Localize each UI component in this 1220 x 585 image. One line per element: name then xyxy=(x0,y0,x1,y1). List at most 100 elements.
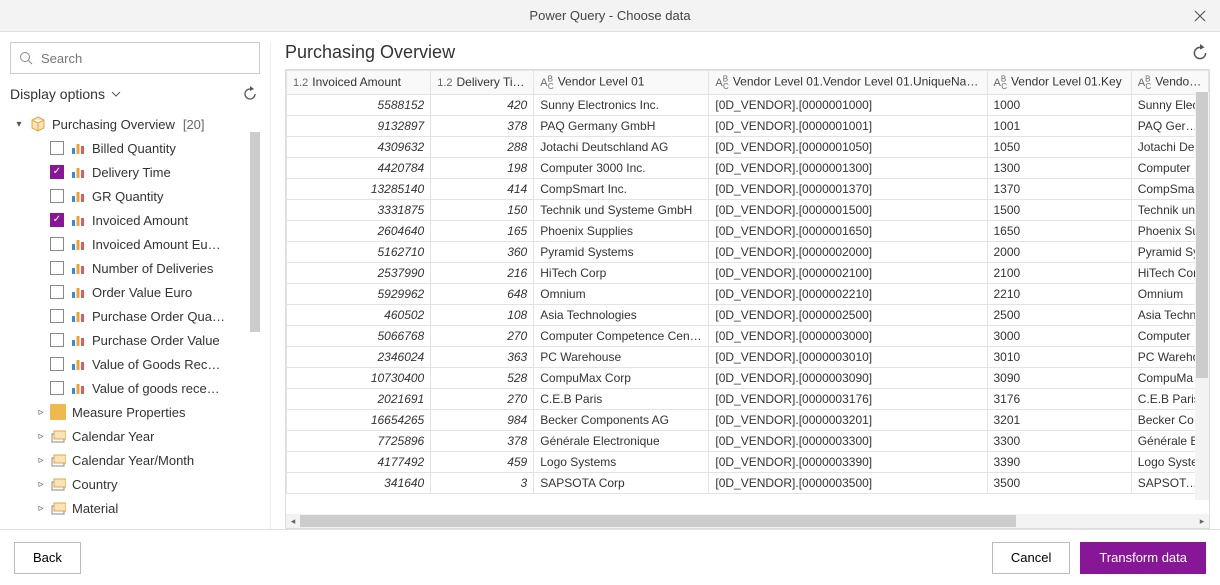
tree-folder-item[interactable]: ▹Calendar Year/Month xyxy=(10,448,260,472)
column-header[interactable]: 1.2Invoiced Amount xyxy=(287,71,431,95)
table-row[interactable]: 2604640165Phoenix Supplies[0D_VENDOR].[0… xyxy=(287,220,1209,241)
table-cell: CompSmart Inc. xyxy=(534,178,709,199)
checkbox[interactable] xyxy=(50,357,64,371)
tree-measure-item[interactable]: Purchase Order Qua… xyxy=(10,304,260,328)
scroll-right-arrow[interactable]: ▸ xyxy=(1195,514,1209,528)
checkbox[interactable] xyxy=(50,141,64,155)
preview-pane: Purchasing Overview 1.2Invoiced Amount1.… xyxy=(270,42,1210,529)
table-row[interactable]: 5929962648Omnium[0D_VENDOR].[0000002210]… xyxy=(287,283,1209,304)
tree-measure-item[interactable]: GR Quantity xyxy=(10,184,260,208)
table-cell: [0D_VENDOR].[0000003390] xyxy=(709,451,987,472)
sidebar-refresh-button[interactable] xyxy=(240,84,260,104)
checkbox[interactable] xyxy=(50,237,64,251)
checkbox[interactable] xyxy=(50,333,64,347)
tree-measure-item[interactable]: Purchase Order Value xyxy=(10,328,260,352)
tree-folder-item[interactable]: ▹Measure Properties xyxy=(10,400,260,424)
table-row[interactable]: 3416403SAPSOTA Corp[0D_VENDOR].[00000035… xyxy=(287,472,1209,493)
tree-measure-item[interactable]: Delivery Time xyxy=(10,160,260,184)
folder-icon xyxy=(50,404,66,420)
table-cell: [0D_VENDOR].[0000002500] xyxy=(709,304,987,325)
tree-measure-item[interactable]: Value of Goods Rec… xyxy=(10,352,260,376)
table-row[interactable]: 5162710360Pyramid Systems[0D_VENDOR].[00… xyxy=(287,241,1209,262)
caret-right-icon: ▹ xyxy=(36,455,46,466)
back-button[interactable]: Back xyxy=(14,542,81,574)
column-header[interactable]: ABCVendor Level 01 xyxy=(534,71,709,95)
checkbox[interactable] xyxy=(50,189,64,203)
data-grid[interactable]: 1.2Invoiced Amount1.2Delivery TimeABCVen… xyxy=(285,69,1210,529)
navigator-tree[interactable]: ▾ Purchasing Overview [20] Billed Quanti… xyxy=(10,112,260,529)
tree-folder-item[interactable]: ▹Material xyxy=(10,496,260,520)
table-row[interactable]: 4309632288Jotachi Deutschland AG[0D_VEND… xyxy=(287,136,1209,157)
tree-folder-item[interactable]: ▹Calendar Year xyxy=(10,424,260,448)
table-row[interactable]: 10730400528CompuMax Corp[0D_VENDOR].[000… xyxy=(287,367,1209,388)
table-cell: [0D_VENDOR].[0000002100] xyxy=(709,262,987,283)
scrollbar-thumb[interactable] xyxy=(1196,92,1208,378)
table-row[interactable]: 2537990216HiTech Corp[0D_VENDOR].[000000… xyxy=(287,262,1209,283)
table-cell: 108 xyxy=(431,304,534,325)
titlebar: Power Query - Choose data xyxy=(0,0,1220,32)
table-cell: 2604640 xyxy=(287,220,431,241)
table-row[interactable]: 3331875150Technik und Systeme GmbH[0D_VE… xyxy=(287,199,1209,220)
table-cell: 5588152 xyxy=(287,94,431,115)
tree-scrollbar[interactable] xyxy=(250,132,260,332)
table-cell: 9132897 xyxy=(287,115,431,136)
table-row[interactable]: 4420784198Computer 3000 Inc.[0D_VENDOR].… xyxy=(287,157,1209,178)
table-row[interactable]: 7725896378Générale Electronique[0D_VENDO… xyxy=(287,430,1209,451)
table-row[interactable]: 16654265984Becker Components AG[0D_VENDO… xyxy=(287,409,1209,430)
column-header[interactable]: 1.2Delivery Time xyxy=(431,71,534,95)
tree-folder-item[interactable]: ▹Country xyxy=(10,472,260,496)
table-row[interactable]: 460502108Asia Technologies[0D_VENDOR].[0… xyxy=(287,304,1209,325)
close-button[interactable] xyxy=(1180,0,1220,32)
scrollbar-thumb[interactable] xyxy=(300,515,1016,527)
checkbox[interactable] xyxy=(50,309,64,323)
cancel-button[interactable]: Cancel xyxy=(992,542,1070,574)
tree-item-label: Delivery Time xyxy=(92,165,171,180)
tree-measure-item[interactable]: Order Value Euro xyxy=(10,280,260,304)
table-row[interactable]: 9132897378PAQ Germany GmbH[0D_VENDOR].[0… xyxy=(287,115,1209,136)
table-cell: 2100 xyxy=(987,262,1131,283)
tree-measure-item[interactable]: Number of Deliveries xyxy=(10,256,260,280)
tree-measure-item[interactable]: Invoiced Amount xyxy=(10,208,260,232)
table-cell: 984 xyxy=(431,409,534,430)
checkbox[interactable] xyxy=(50,213,64,227)
column-header[interactable]: ABCVendor Level 01.Vendor Level 01.Uniqu… xyxy=(709,71,987,95)
table-cell: 13285140 xyxy=(287,178,431,199)
search-box[interactable] xyxy=(10,42,260,74)
column-header[interactable]: ABCVendor Le xyxy=(1131,71,1208,95)
table-row[interactable]: 2021691270C.E.B Paris[0D_VENDOR].[000000… xyxy=(287,388,1209,409)
scroll-left-arrow[interactable]: ◂ xyxy=(286,514,300,528)
transform-data-button[interactable]: Transform data xyxy=(1080,542,1206,574)
table-cell: 5066768 xyxy=(287,325,431,346)
checkbox[interactable] xyxy=(50,285,64,299)
search-input[interactable] xyxy=(39,50,251,67)
table-row[interactable]: 5588152420Sunny Electronics Inc.[0D_VEND… xyxy=(287,94,1209,115)
barchart-icon xyxy=(70,356,86,372)
table-row[interactable]: 13285140414CompSmart Inc.[0D_VENDOR].[00… xyxy=(287,178,1209,199)
table-cell: [0D_VENDOR].[0000003010] xyxy=(709,346,987,367)
grid-horizontal-scrollbar[interactable]: ◂ ▸ xyxy=(286,514,1209,528)
table-row[interactable]: 2346024363PC Warehouse[0D_VENDOR].[00000… xyxy=(287,346,1209,367)
tree-measure-item[interactable]: Invoiced Amount Eu… xyxy=(10,232,260,256)
table-cell: [0D_VENDOR].[0000003000] xyxy=(709,325,987,346)
display-options-toggle[interactable]: Display options xyxy=(10,86,240,102)
checkbox[interactable] xyxy=(50,261,64,275)
barchart-icon xyxy=(70,164,86,180)
table-row[interactable]: 5066768270Computer Competence Center …[0… xyxy=(287,325,1209,346)
checkbox[interactable] xyxy=(50,381,64,395)
table-cell: 3000 xyxy=(987,325,1131,346)
tree-measure-item[interactable]: Value of goods rece… xyxy=(10,376,260,400)
table-cell: 1500 xyxy=(987,199,1131,220)
checkbox[interactable] xyxy=(50,165,64,179)
caret-down-icon: ▾ xyxy=(14,119,24,130)
table-cell: 528 xyxy=(431,367,534,388)
tree-root-item[interactable]: ▾ Purchasing Overview [20] xyxy=(10,112,260,136)
column-header[interactable]: ABCVendor Level 01.Key xyxy=(987,71,1131,95)
barchart-icon xyxy=(70,236,86,252)
display-options-label: Display options xyxy=(10,86,105,102)
preview-refresh-button[interactable] xyxy=(1190,43,1210,63)
tree-measure-item[interactable]: Billed Quantity xyxy=(10,136,260,160)
grid-vertical-scrollbar[interactable] xyxy=(1195,92,1209,500)
table-row[interactable]: 4177492459Logo Systems[0D_VENDOR].[00000… xyxy=(287,451,1209,472)
barchart-icon xyxy=(70,380,86,396)
chevron-down-icon xyxy=(111,89,121,99)
